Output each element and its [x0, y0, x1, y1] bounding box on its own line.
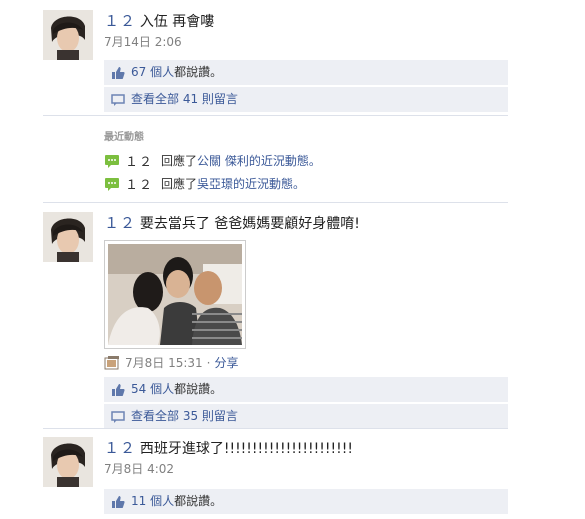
story-meta: 7月8日 15:31 · 分享	[104, 354, 508, 371]
story-photo[interactable]	[104, 240, 246, 349]
divider	[43, 202, 508, 203]
likes-row: 11 個人 都說讚。	[104, 489, 508, 514]
story-time[interactable]: 7月14日 2:06	[104, 33, 508, 50]
story-actor[interactable]: １２	[104, 12, 136, 30]
story-content: １２ 要去當兵了 爸爸媽媽要顧好身體唷! 7月8日 15:31 · 分享 54 …	[104, 212, 508, 429]
divider	[43, 428, 508, 429]
story-2: １２ 要去當兵了 爸爸媽媽要顧好身體唷! 7月8日 15:31 · 分享 54 …	[43, 212, 508, 429]
recent-target-link[interactable]: 吳亞璟	[197, 175, 233, 192]
divider	[43, 115, 508, 116]
story-content: １２ 西班牙進球了!!!!!!!!!!!!!!!!!!!!!!! 7月8日 4:…	[104, 437, 508, 514]
thumbs-up-icon	[110, 382, 126, 398]
story-1: １２ 入伍 再會嘍 7月14日 2:06 67 個人 都說讚。 查看全部 41 …	[43, 10, 508, 112]
likes-suffix: 都說讚。	[174, 494, 223, 508]
recent-activity-item: １２ 回應了 公關 傑利 的近況動態。	[104, 149, 524, 172]
likes-suffix: 都說讚。	[174, 65, 223, 79]
recent-actor[interactable]: １２	[125, 151, 153, 170]
story-3: １２ 西班牙進球了!!!!!!!!!!!!!!!!!!!!!!! 7月8日 4:…	[43, 437, 508, 514]
avatar[interactable]	[43, 10, 93, 60]
comments-row[interactable]: 查看全部 35 則留言	[104, 404, 508, 429]
recent-actor[interactable]: １２	[125, 174, 153, 193]
likes-suffix: 都說讚。	[174, 382, 223, 396]
recent-activity-item: １２ 回應了 吳亞璟 的近況動態。	[104, 172, 524, 195]
story-actor[interactable]: １２	[104, 214, 136, 232]
story-time[interactable]: 7月8日 4:02	[104, 460, 508, 477]
recent-verb: 回應了	[161, 177, 198, 191]
recent-verb: 回應了	[161, 154, 198, 168]
avatar[interactable]	[43, 212, 93, 262]
recent-suffix-link[interactable]: 的近況動態。	[249, 152, 321, 169]
photo-icon	[104, 355, 120, 371]
thumbs-up-icon	[110, 65, 126, 81]
share-link[interactable]: 分享	[215, 354, 239, 371]
story-message: 入伍 再會嘍	[139, 14, 215, 30]
story-time[interactable]: 7月8日 15:31	[125, 354, 203, 371]
likes-count-link[interactable]: 11 個人	[131, 489, 174, 514]
likes-row: 54 個人 都說讚。	[104, 377, 508, 402]
recent-activity-title: 最近動態	[104, 132, 144, 143]
likes-count-link[interactable]: 67 個人	[131, 60, 174, 85]
story-message: 西班牙進球了!!!!!!!!!!!!!!!!!!!!!!!	[139, 441, 353, 457]
likes-count-link[interactable]: 54 個人	[131, 377, 174, 402]
recent-target-link[interactable]: 公關 傑利	[197, 152, 249, 169]
comment-bubble-icon	[104, 176, 120, 192]
view-all-comments-link[interactable]: 查看全部 35 則留言	[131, 404, 238, 429]
avatar[interactable]	[43, 437, 93, 487]
recent-suffix-link[interactable]: 的近況動態。	[233, 175, 305, 192]
comment-icon	[110, 92, 126, 108]
thumbs-up-icon	[110, 494, 126, 510]
story-content: １２ 入伍 再會嘍 7月14日 2:06 67 個人 都說讚。 查看全部 41 …	[104, 10, 508, 112]
comment-icon	[110, 409, 126, 425]
likes-row: 67 個人 都說讚。	[104, 60, 508, 85]
comment-bubble-icon	[104, 153, 120, 169]
view-all-comments-link[interactable]: 查看全部 41 則留言	[131, 87, 238, 112]
story-message: 要去當兵了 爸爸媽媽要顧好身體唷!	[139, 216, 360, 232]
meta-separator: ·	[206, 355, 211, 370]
comments-row[interactable]: 查看全部 41 則留言	[104, 87, 508, 112]
story-actor[interactable]: １２	[104, 439, 136, 457]
recent-activity: 最近動態 １２ 回應了 公關 傑利 的近況動態。 １２ 回應了 吳亞璟 的近況動…	[104, 128, 524, 195]
